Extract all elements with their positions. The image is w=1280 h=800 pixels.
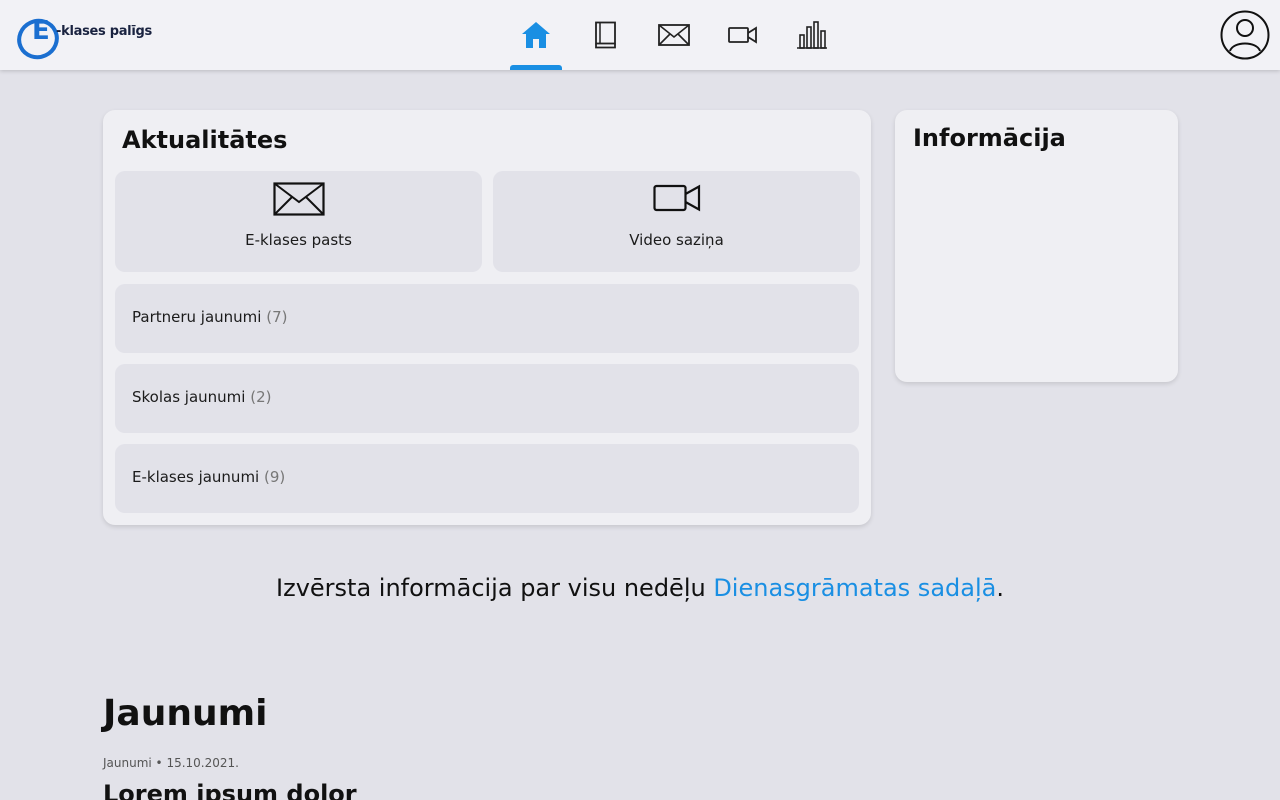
bar-chart-icon (797, 21, 827, 49)
video-camera-icon (652, 184, 700, 212)
mail-tile[interactable]: E-klases pasts (115, 171, 482, 272)
active-nav-indicator (510, 65, 562, 70)
mail-icon (658, 24, 690, 46)
top-navigation-bar: E -klases palīgs (0, 0, 1280, 70)
info-card: Informācija (895, 110, 1178, 382)
video-camera-icon (728, 26, 757, 44)
list-item-count: (9) (264, 468, 286, 486)
list-item-count: (2) (250, 388, 272, 406)
list-item-school-news[interactable]: Skolas jaunumi (2) (115, 364, 859, 433)
nav-home[interactable] (510, 0, 562, 70)
user-avatar-icon (1220, 10, 1270, 60)
book-icon (595, 21, 616, 49)
logo-letter: E (32, 16, 50, 46)
e-klase-logo[interactable]: E -klases palīgs (16, 10, 156, 62)
list-item-partner-news[interactable]: Partneru jaunumi (7) (115, 284, 859, 353)
video-tile-label: Video saziņa (629, 231, 724, 249)
nav-mail[interactable] (648, 0, 700, 70)
home-icon (522, 22, 550, 48)
nav-video[interactable] (717, 0, 769, 70)
week-info-text: Izvērsta informācija par visu nedēļu (276, 574, 714, 602)
week-info-note: Izvērsta informācija par visu nedēļu Die… (0, 574, 1280, 602)
list-item-count: (7) (266, 308, 288, 326)
logo-text: -klases palīgs (56, 24, 152, 39)
list-item-eklase-news[interactable]: E-klases jaunumi (9) (115, 444, 859, 513)
nav-diary[interactable] (579, 0, 631, 70)
video-tile[interactable]: Video saziņa (493, 171, 860, 272)
news-heading: Jaunumi (103, 693, 268, 734)
list-item-label: Skolas jaunumi (132, 388, 246, 406)
profile-button[interactable] (1219, 9, 1271, 61)
list-item-label: Partneru jaunumi (132, 308, 262, 326)
news-meta: Jaunumi • 15.10.2021. (103, 756, 239, 770)
news-article-title[interactable]: Lorem ipsum dolor (103, 780, 357, 800)
updates-title: Aktualitātes (122, 126, 288, 154)
diary-section-link[interactable]: Dienasgrāmatas sadaļā (713, 574, 996, 602)
updates-card: Aktualitātes E-klases pasts Video saziņa… (103, 110, 871, 525)
mail-tile-label: E-klases pasts (245, 231, 352, 249)
info-title: Informācija (913, 124, 1066, 152)
envelope-icon (272, 182, 325, 216)
list-item-label: E-klases jaunumi (132, 468, 260, 486)
nav-statistics[interactable] (786, 0, 838, 70)
week-info-suffix: . (996, 574, 1004, 602)
